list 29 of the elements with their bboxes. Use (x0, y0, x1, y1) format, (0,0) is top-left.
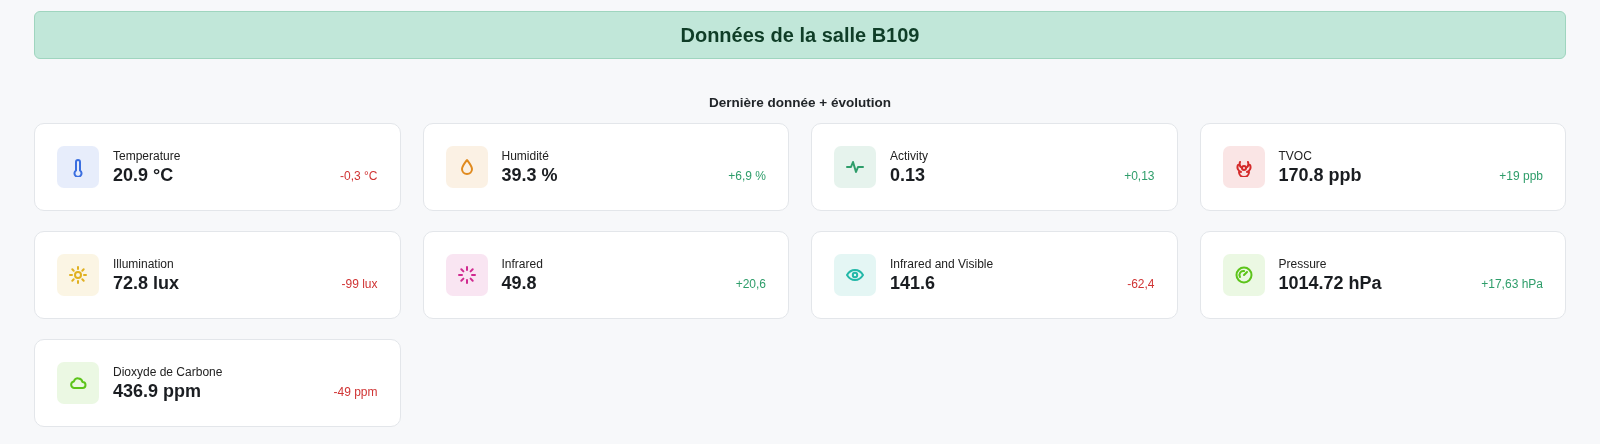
metric-label: TVOC (1278, 148, 1313, 166)
metric-value: 1014.72 hPa (1278, 273, 1382, 296)
metric-value: 49.8 (501, 273, 538, 296)
metric-label: Temperature (113, 148, 181, 166)
metric-label: Infrared and Visible (890, 256, 994, 274)
metric-value: 0.13 (890, 165, 927, 188)
metric-label: Dioxyde de Carbone (113, 364, 223, 382)
metric-label: Activity (890, 148, 928, 166)
metric-change: -49 ppm (333, 384, 378, 402)
section-title: Dernière donnée + évolution (708, 94, 892, 112)
metric-value: 72.8 lux (113, 273, 180, 296)
metric-value: 141.6 (890, 273, 937, 296)
metric-change: -0,3 °C (340, 168, 378, 186)
metric-change: +17,63 hPa (1481, 276, 1543, 294)
metric-change: -99 lux (341, 276, 378, 294)
metric-change: +19 ppb (1499, 168, 1543, 186)
metric-label: Infrared (501, 256, 543, 274)
metric-value: 170.8 ppb (1278, 165, 1362, 188)
metric-change: -62,4 (1127, 276, 1155, 294)
metric-label: Pressure (1278, 256, 1328, 274)
metric-change: +6,9 % (728, 168, 766, 186)
metric-value: 39.3 % (501, 165, 558, 188)
metric-value: 436.9 ppm (113, 381, 203, 404)
metric-change: +0,13 (1124, 168, 1155, 186)
page-title: Données de la salle B109 (680, 23, 920, 47)
metric-value: 20.9 °C (113, 165, 175, 188)
metric-label: Humidité (501, 148, 550, 166)
metric-change: +20,6 (735, 276, 766, 294)
metric-label: Illumination (113, 256, 175, 274)
